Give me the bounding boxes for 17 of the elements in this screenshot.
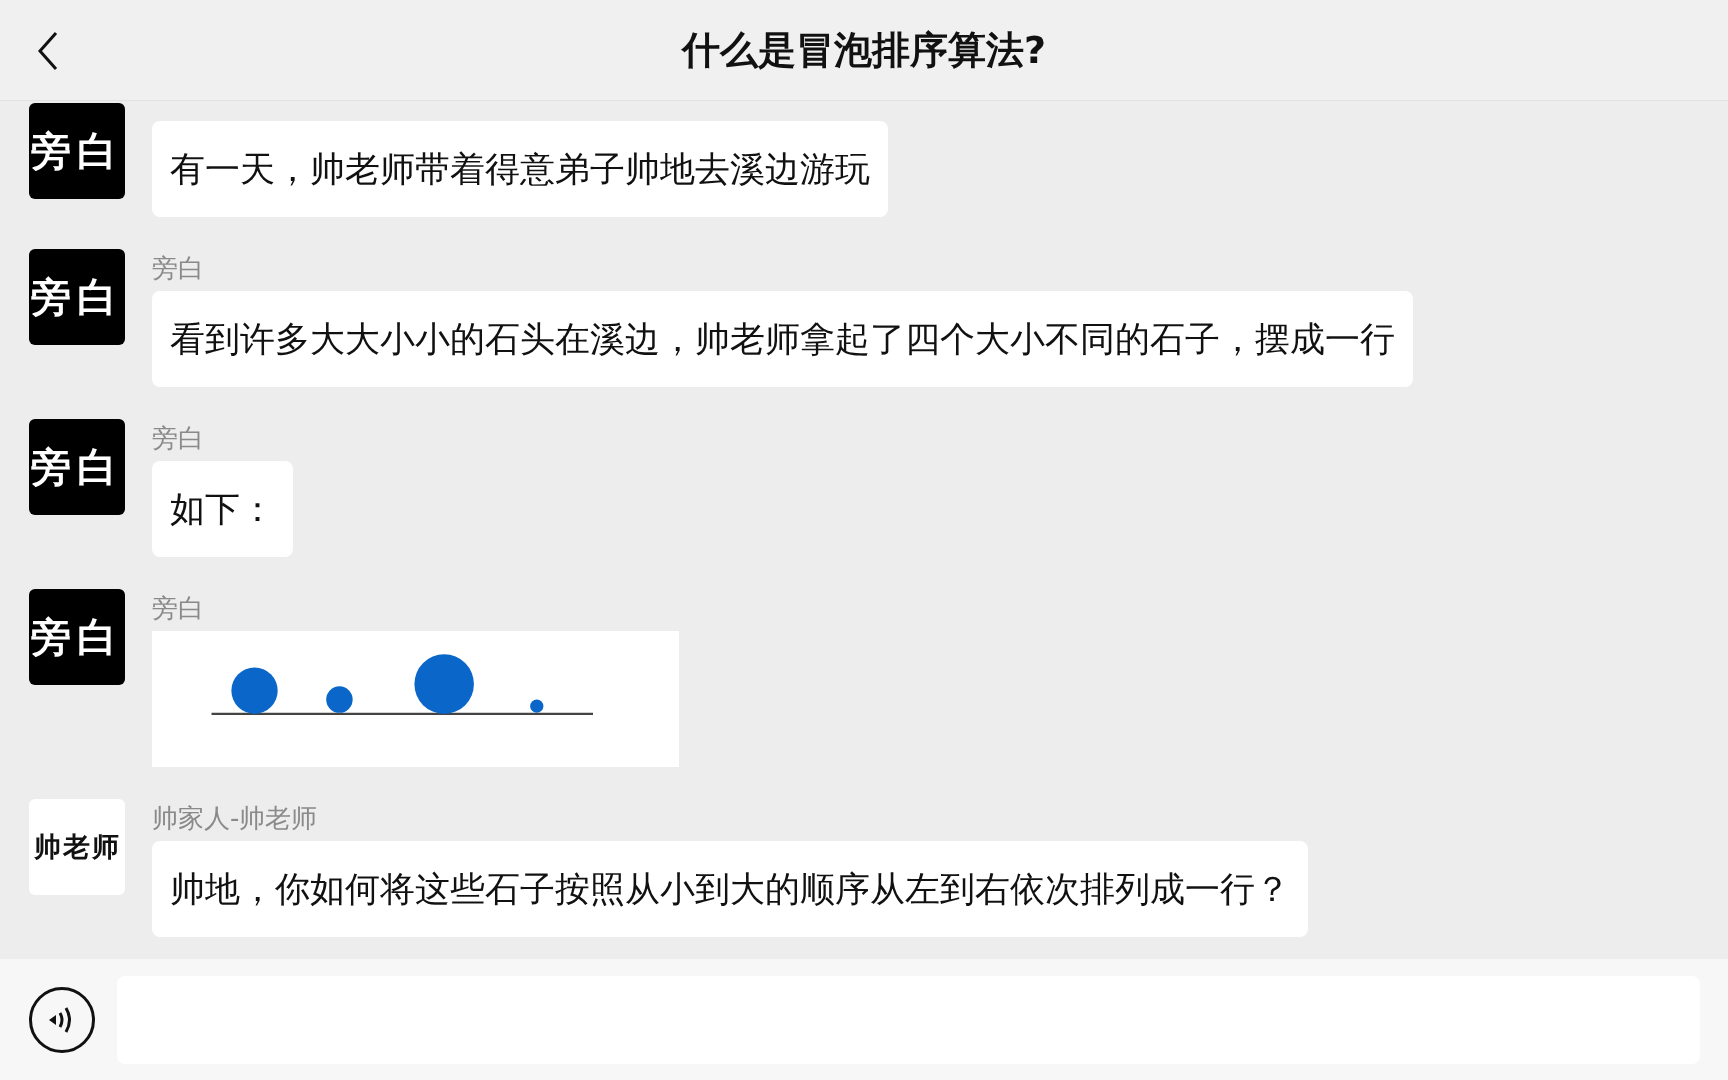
message-bubble: 帅地，你如何将这些石子按照从小到大的顺序从左到右依次排列成一行？ — [152, 841, 1308, 937]
image-message[interactable] — [152, 631, 679, 767]
back-icon — [36, 29, 60, 73]
message-bubble: 看到许多大大小小的石头在溪边，帅老师拿起了四个大小不同的石子，摆成一行 — [152, 291, 1413, 387]
avatar[interactable]: 旁白 — [29, 589, 125, 685]
avatar[interactable]: 旁白 — [29, 103, 125, 199]
message-bubble: 有一天，帅老师带着得意弟子帅地去溪边游玩 — [152, 121, 888, 217]
chat-title: 什么是冒泡排序算法? — [681, 26, 1046, 74]
avatar[interactable]: 旁白 — [29, 249, 125, 345]
avatar[interactable]: 旁白 — [29, 419, 125, 515]
sender-name: 旁白 — [152, 252, 204, 285]
message-bubble: 如下： — [152, 461, 293, 557]
sender-name: 旁白 — [152, 592, 204, 625]
sender-name: 旁白 — [152, 422, 204, 455]
avatar[interactable]: 帅老师 — [29, 799, 125, 895]
voice-button[interactable] — [29, 986, 95, 1053]
sender-name: 帅家人-帅老师 — [152, 802, 318, 835]
